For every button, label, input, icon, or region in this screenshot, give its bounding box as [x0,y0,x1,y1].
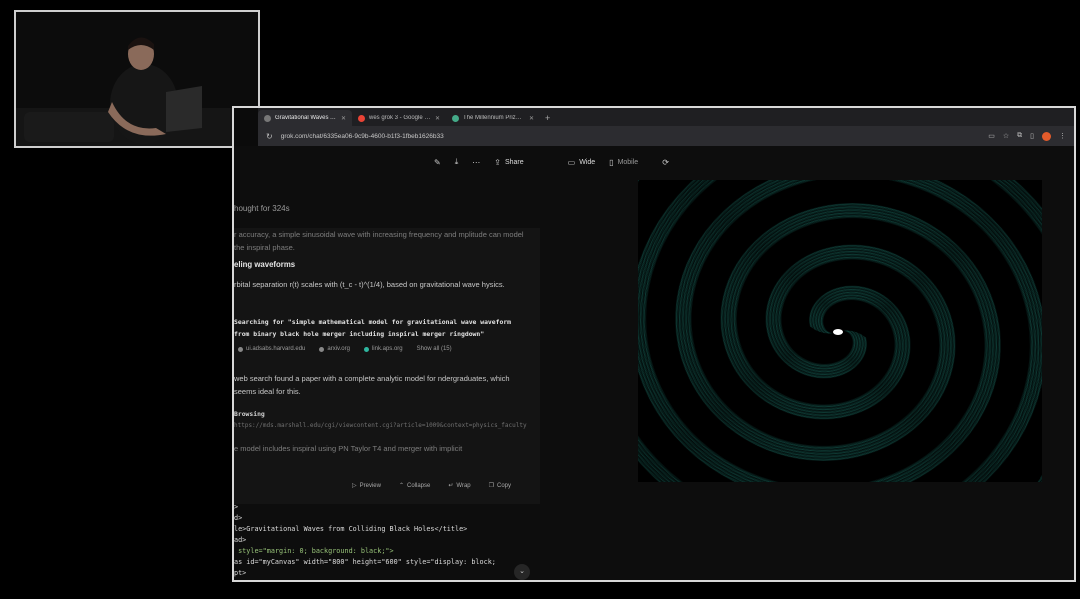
source-chip[interactable]: link.aps.org [363,346,403,352]
wide-toggle[interactable]: ▭ Wide [568,158,596,167]
more-icon[interactable]: ⋯ [472,158,480,167]
gravitational-wave-spiral [638,180,1042,482]
code-line: > [234,503,239,511]
desktop-icon: ▭ [567,157,576,167]
wrap-button[interactable]: ↵ Wrap [448,482,471,490]
reload-icon[interactable]: ↻ [266,132,273,141]
show-all-sources[interactable]: Show all (15) [417,346,452,352]
code-line: le>Gravitational Waves from Colliding Bl… [234,525,468,533]
browsing-url[interactable]: https://mds.marshall.edu/cgi/viewcontent… [234,422,534,429]
reasoning-paragraph: rbital separation r(t) scales with (t_c … [234,280,505,289]
reasoning-paragraph: r accuracy, a simple sinusoidal wave wit… [234,230,524,252]
refresh-preview-icon[interactable]: ⟳ [662,158,669,167]
globe-icon [238,346,243,352]
code-block[interactable]: > d> le>Gravitational Waves from Collidi… [234,502,534,580]
aps-icon [363,346,369,352]
code-line: d> [234,514,243,522]
preview-button[interactable]: ▷ Preview [352,482,381,490]
thought-duration[interactable]: hought for 324s [234,204,290,213]
collapse-label: Collapse [407,482,431,489]
play-icon: ▷ [352,483,357,489]
grok-favicon [264,114,271,122]
tab-google-search[interactable]: wes grok 3 - Google Search ✕ [352,110,446,126]
mobile-toggle[interactable]: ▯ Mobile [609,158,638,167]
artifact-toolbar: ✎ ⤓ ⋯ ⇪ Share ▭ Wide ▯ Mobile ⟳ [434,154,669,170]
copy-label: Copy [497,482,512,489]
url-field[interactable]: grok.com/chat/6335ea06-9c9b-4600-b1f3-1f… [281,133,981,140]
share-label: Share [504,158,524,166]
tab-bar: Gravitational Waves Animation ✕ wes grok… [258,108,1074,126]
mobile-label: Mobile [617,158,639,166]
share-button[interactable]: ⇪ Share [494,158,523,167]
canvas-preview[interactable] [638,180,1042,482]
wave-strand [644,180,1042,482]
google-favicon [358,114,365,122]
source-chip[interactable]: ui.adsabs.harvard.edu [238,346,305,352]
wrap-label: Wrap [456,482,471,489]
preview-label: Preview [359,482,381,489]
tab-label: Gravitational Waves Animation [275,115,337,121]
tab-millennium-prize[interactable]: The Millennium Prize Problems ✕ [446,110,540,126]
new-tab-icon[interactable]: + [540,110,555,126]
wide-label: Wide [579,158,596,166]
sidepanel-icon[interactable]: ▯ [1030,132,1034,140]
close-tab-icon[interactable]: ✕ [435,115,440,122]
scroll-down-icon[interactable]: ⌄ [514,564,530,580]
black-hole-merger-core [833,329,843,335]
edit-icon[interactable]: ✎ [434,158,441,167]
chat-panel: hought for 324s r accuracy, a simple sin… [234,194,544,504]
browsing-label: Browsing [234,410,265,418]
code-line: ad> [234,536,247,544]
wave-strand [643,180,1042,482]
code-actions: ▷ Preview ⌃ Collapse ↵ Wrap ❐ Copy [352,482,534,490]
code-line: as id="myCanvas" width="800" height="600… [234,558,496,566]
share-icon: ⇪ [494,157,501,167]
page-content: ✎ ⤓ ⋯ ⇪ Share ▭ Wide ▯ Mobile ⟳ hought f… [234,146,1074,580]
source-label: link.aps.org [371,346,403,352]
copy-icon: ❐ [488,483,495,489]
collapse-button[interactable]: ⌃ Collapse [398,482,431,490]
tab-label: wes grok 3 - Google Search [369,115,431,121]
tab-gravitational-waves[interactable]: Gravitational Waves Animation ✕ [258,110,352,126]
reasoning-panel: r accuracy, a simple sinusoidal wave wit… [234,228,540,504]
source-list: ui.adsabs.harvard.edu arxiv.org link.aps… [238,346,452,352]
wrap-icon: ↵ [448,483,454,489]
code-line: style="margin: 0; background: black;"> [234,547,394,555]
close-tab-icon[interactable]: ✕ [341,115,346,122]
collapse-icon: ⌃ [398,483,404,489]
copy-button[interactable]: ❐ Copy [488,482,512,490]
source-label: ui.adsabs.harvard.edu [246,346,306,352]
mobile-icon: ▯ [609,157,614,167]
source-label: arxiv.org [327,346,350,352]
browser-window: Gravitational Waves Animation ✕ wes grok… [232,106,1076,582]
wave-strand [645,180,1042,482]
code-line: pt> [234,569,247,577]
search-query: Searching for "simple mathematical model… [234,318,512,338]
reasoning-heading: eling waveforms [234,260,296,269]
bookmark-star-icon[interactable]: ☆ [1003,132,1009,140]
reasoning-paragraph: e model includes inspiral using PN Taylo… [234,444,463,453]
source-chip[interactable]: arxiv.org [319,346,350,352]
close-tab-icon[interactable]: ✕ [529,115,534,122]
source-label: Show all (15) [416,346,452,352]
cast-icon[interactable]: ▭ [988,132,995,140]
tab-label: The Millennium Prize Problems [463,115,525,121]
extensions-icon[interactable]: ⧉ [1017,132,1022,140]
page-favicon [452,114,459,122]
webcam-overlay [14,10,260,148]
arxiv-icon [319,346,325,352]
address-bar: ↻ grok.com/chat/6335ea06-9c9b-4600-b1f3-… [258,126,1074,146]
download-icon[interactable]: ⤓ [455,157,459,167]
reasoning-paragraph: web search found a paper with a complete… [234,374,510,396]
menu-kebab-icon[interactable]: ⋮ [1059,132,1066,140]
profile-avatar[interactable] [1042,131,1051,141]
